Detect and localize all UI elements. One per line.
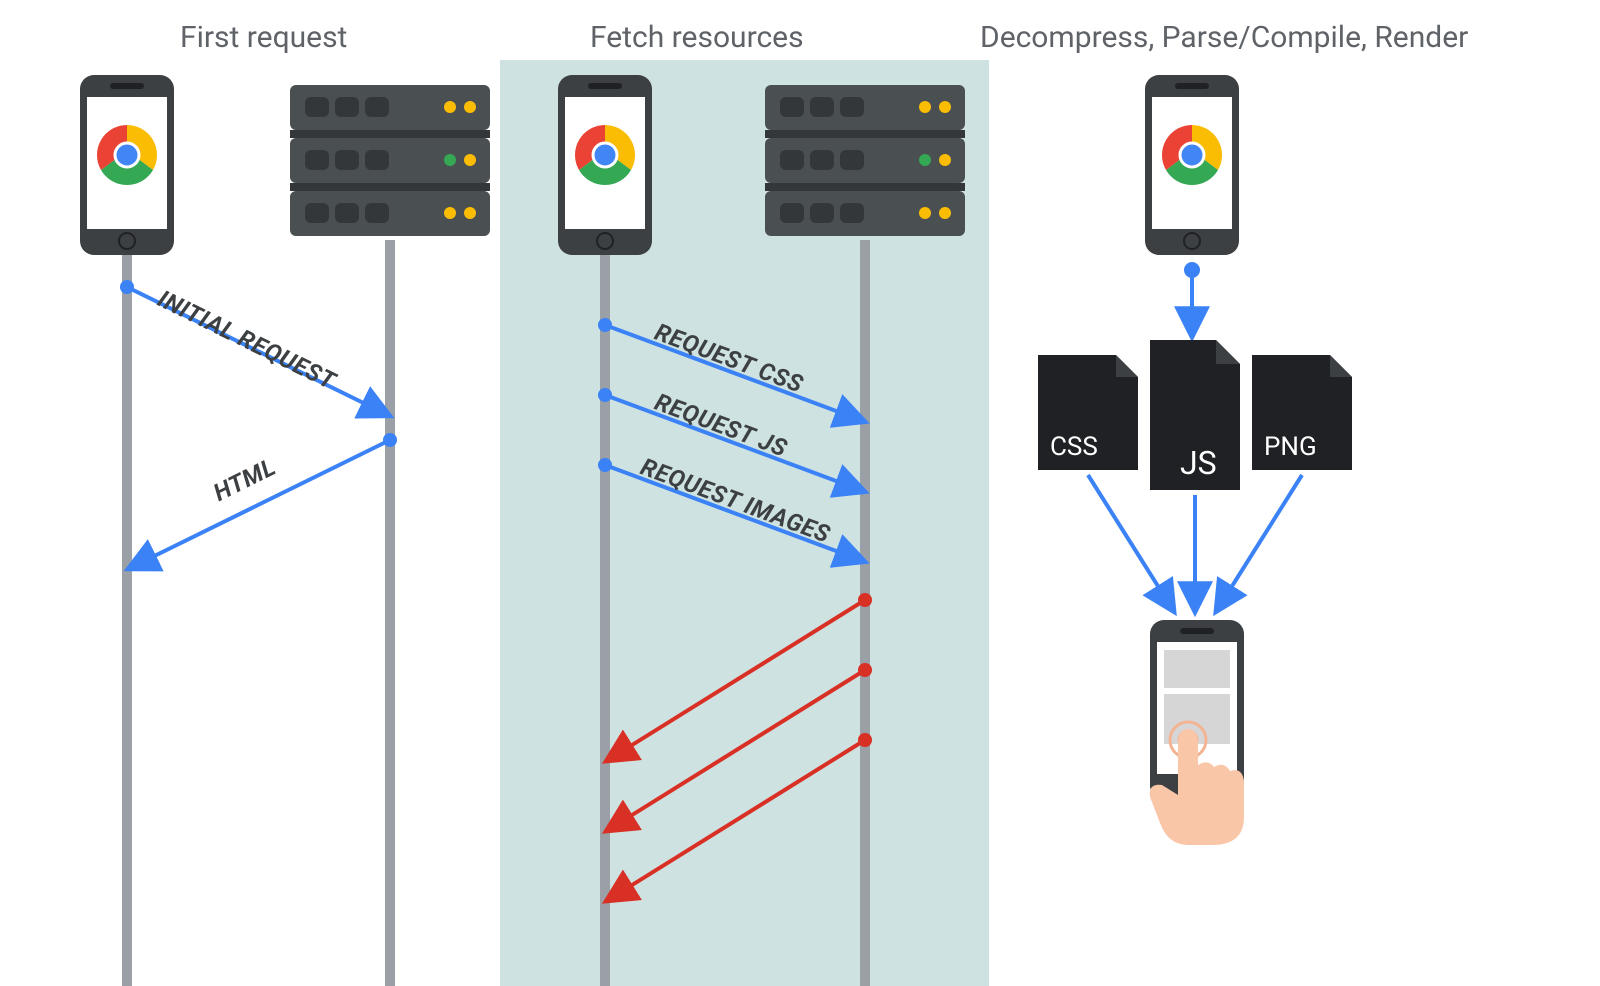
- file-png-label: PNG: [1264, 432, 1317, 462]
- phone-chrome-icon-3: [1145, 75, 1239, 255]
- file-js-label: JS: [1180, 444, 1217, 482]
- label-initial-request: INITIAL REQUEST: [153, 285, 341, 396]
- phone-chrome-icon-2: [558, 75, 652, 255]
- file-js-icon: JS: [1150, 340, 1240, 490]
- file-png-icon: PNG: [1252, 355, 1352, 470]
- arrow-css-to-render: [1088, 475, 1173, 610]
- server-icon-2: [765, 85, 965, 236]
- phone-chrome-icon-1: [80, 75, 174, 255]
- file-css-label: CSS: [1050, 432, 1098, 462]
- server-icon-1: [290, 85, 490, 236]
- file-css-icon: CSS: [1038, 355, 1138, 470]
- arrow-png-to-render: [1217, 475, 1302, 610]
- diagram-svg: INITIAL REQUEST HTML REQUEST CSS REQUEST…: [0, 0, 1600, 986]
